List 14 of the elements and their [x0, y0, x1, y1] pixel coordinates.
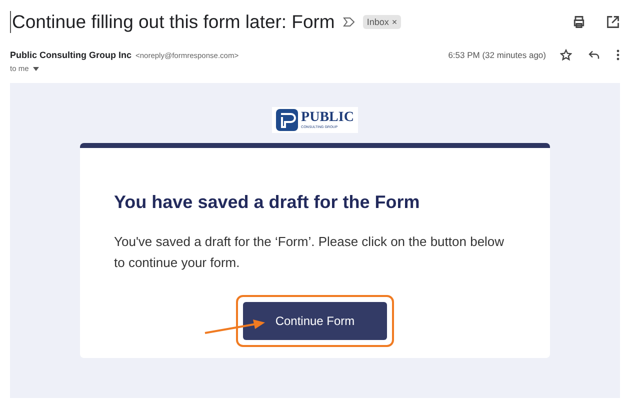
card-message: You've saved a draft for the ‘Form’. Please click on the button below to continue your form. [114, 233, 506, 272]
more-icon[interactable] [616, 49, 620, 61]
inbox-label[interactable]: Inbox × [362, 15, 402, 29]
timestamp: 6:53 PM (32 minutes ago) [448, 50, 546, 60]
star-icon[interactable] [560, 48, 572, 62]
importance-icon[interactable] [342, 16, 355, 28]
card-heading: You have saved a draft for the Form [114, 192, 421, 213]
email-subject: Continue filling out this form later: Form [10, 11, 335, 33]
print-icon[interactable] [572, 15, 586, 29]
dropdown-icon[interactable] [32, 66, 39, 70]
open-new-window-icon[interactable] [606, 15, 620, 29]
sender-name: Public Consulting Group Inc [10, 50, 132, 60]
continue-form-button[interactable]: Continue Form [243, 302, 387, 340]
reply-icon[interactable] [588, 48, 600, 62]
